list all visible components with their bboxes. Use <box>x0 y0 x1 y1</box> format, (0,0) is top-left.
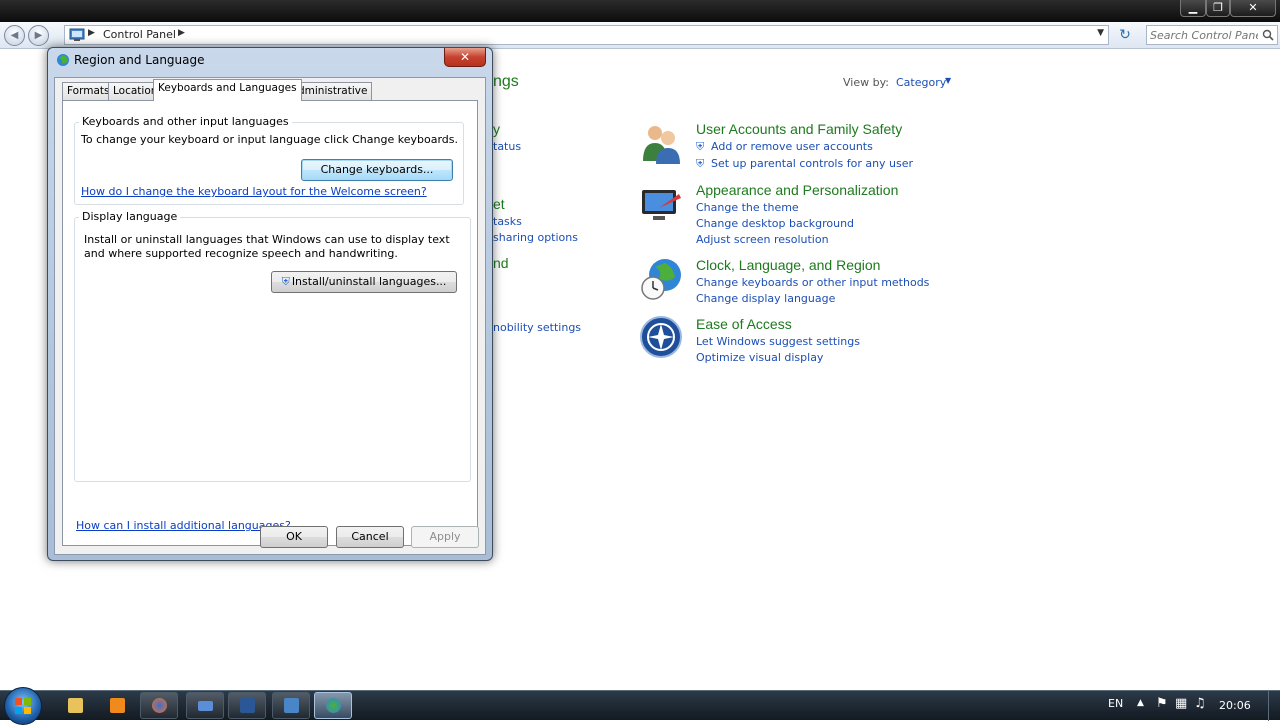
taskbar: EN ▲ ⚑ ▦ ♫ 20:06 <box>0 687 1280 725</box>
view-by-chevron-icon[interactable]: ▼ <box>945 76 951 85</box>
keyboards-group: Keyboards and other input languages To c… <box>74 115 464 205</box>
taskbar-word[interactable] <box>228 692 266 719</box>
taskbar-media-player[interactable] <box>98 692 136 719</box>
category-title-ease-of-access[interactable]: Ease of Access <box>696 316 792 332</box>
address-field[interactable]: ▶ Control Panel ▶ ▼ <box>64 25 1109 45</box>
firefox-icon <box>152 698 167 713</box>
start-button[interactable] <box>4 687 42 725</box>
control-panel-icon <box>284 698 299 713</box>
media-player-icon <box>110 698 125 713</box>
show-hidden-icons-icon[interactable]: ▲ <box>1137 698 1144 708</box>
windows-logo-icon <box>15 698 31 714</box>
category-title-appearance[interactable]: Appearance and Personalization <box>696 182 898 198</box>
volume-icon[interactable]: ♫ <box>1194 696 1206 711</box>
display-language-group: Display language Install or uninstall la… <box>74 210 471 482</box>
tab-formats[interactable]: Formats <box>62 82 115 100</box>
view-by-label: View by: <box>843 76 889 89</box>
partial-link[interactable]: sharing options <box>493 231 578 244</box>
install-uninstall-languages-button[interactable]: ⛨ Install/uninstall languages... <box>271 271 457 293</box>
region-globe-icon <box>326 698 341 713</box>
link-windows-suggest-settings[interactable]: Let Windows suggest settings <box>696 335 860 348</box>
category-title-clock-language-region[interactable]: Clock, Language, and Region <box>696 257 880 273</box>
link-change-keyboards[interactable]: Change keyboards or other input methods <box>696 276 929 289</box>
ok-button[interactable]: OK <box>260 526 328 548</box>
keyboard-icon <box>198 701 213 711</box>
install-additional-languages-link[interactable]: How can I install additional languages? <box>76 519 291 532</box>
user-accounts-icon[interactable] <box>639 121 683 165</box>
link-parental-controls[interactable]: Set up parental controls for any user <box>711 157 913 170</box>
region-language-dialog: Region and Language ✕ Formats Location K… <box>47 47 493 561</box>
page-heading-partial: ngs <box>493 73 519 90</box>
partial-link[interactable]: nobility settings <box>493 321 581 334</box>
search-icon[interactable] <box>1262 29 1274 41</box>
forward-button[interactable]: ▶ <box>28 25 49 46</box>
cancel-button[interactable]: Cancel <box>336 526 404 548</box>
taskbar-control-panel[interactable] <box>272 692 310 719</box>
dialog-body: Formats Location Keyboards and Languages… <box>54 77 486 555</box>
window-close-button[interactable]: ✕ <box>1230 0 1276 17</box>
link-optimize-visual-display[interactable]: Optimize visual display <box>696 351 823 364</box>
tab-keyboards-and-languages[interactable]: Keyboards and Languages <box>153 79 302 101</box>
action-center-flag-icon[interactable]: ⚑ <box>1156 696 1168 711</box>
restore-button[interactable]: ❐ <box>1206 0 1230 17</box>
link-change-theme[interactable]: Change the theme <box>696 201 799 214</box>
uac-shield-icon: ⛨ <box>696 140 705 153</box>
control-panel-titlebar: ▁ ❐ ✕ <box>0 0 1280 22</box>
category-title-user-accounts[interactable]: User Accounts and Family Safety <box>696 121 902 137</box>
ease-of-access-icon[interactable] <box>639 315 683 359</box>
refresh-icon[interactable]: ↻ <box>1114 26 1136 44</box>
breadcrumb-chevron-icon[interactable]: ▶ <box>178 28 185 38</box>
appearance-icon[interactable] <box>639 184 683 228</box>
partial-link[interactable]: tasks <box>493 215 522 228</box>
region-globe-icon <box>57 54 69 66</box>
display-language-group-label: Display language <box>79 210 181 223</box>
uac-shield-icon: ⛨ <box>281 275 290 288</box>
taskbar-region-language[interactable] <box>314 692 352 719</box>
search-box[interactable] <box>1146 25 1278 45</box>
word-icon <box>240 698 255 713</box>
partial-category-heading[interactable]: nd <box>493 255 509 271</box>
taskbar-onscreen-keyboard[interactable] <box>186 692 224 719</box>
link-add-remove-accounts[interactable]: Add or remove user accounts <box>711 140 873 153</box>
control-panel-icon <box>69 28 85 41</box>
link-change-display-language[interactable]: Change display language <box>696 292 835 305</box>
clock-language-region-icon[interactable] <box>639 257 683 301</box>
display-language-group-text: Install or uninstall languages that Wind… <box>84 233 450 260</box>
breadcrumb-separator-icon[interactable]: ▶ <box>88 28 95 38</box>
back-button[interactable]: ◀ <box>4 25 25 46</box>
taskbar-clock[interactable]: 20:06 <box>1219 699 1251 712</box>
apply-button[interactable]: Apply <box>411 526 479 548</box>
partial-link[interactable]: tatus <box>493 140 521 153</box>
address-bar: ◀ ▶ ▶ Control Panel ▶ ▼ ↻ <box>0 22 1280 49</box>
view-by-dropdown[interactable]: Category <box>896 76 946 89</box>
show-desktop-button[interactable] <box>1268 691 1280 721</box>
language-indicator[interactable]: EN <box>1108 697 1123 710</box>
link-screen-resolution[interactable]: Adjust screen resolution <box>696 233 829 246</box>
tab-panel-keyboards-languages: Keyboards and other input languages To c… <box>62 100 478 546</box>
install-uninstall-label: Install/uninstall languages... <box>291 275 447 288</box>
breadcrumb-control-panel[interactable]: Control Panel <box>103 28 176 41</box>
welcome-screen-keyboard-link[interactable]: How do I change the keyboard layout for … <box>81 185 427 198</box>
keyboards-group-text: To change your keyboard or input languag… <box>81 133 458 146</box>
address-dropdown-icon[interactable]: ▼ <box>1097 28 1104 38</box>
change-keyboards-button[interactable]: Change keyboards... <box>301 159 453 181</box>
minimize-button[interactable]: ▁ <box>1180 0 1206 17</box>
dialog-close-button[interactable]: ✕ <box>444 48 486 67</box>
partial-category-heading[interactable]: et <box>493 196 505 212</box>
link-desktop-background[interactable]: Change desktop background <box>696 217 854 230</box>
keyboards-group-label: Keyboards and other input languages <box>79 115 292 128</box>
folder-icon <box>68 698 83 713</box>
taskbar-firefox[interactable] <box>140 692 178 719</box>
taskbar-explorer[interactable] <box>56 692 94 719</box>
network-icon[interactable]: ▦ <box>1175 696 1187 711</box>
dialog-title: Region and Language <box>74 53 205 67</box>
search-input[interactable] <box>1147 26 1261 44</box>
uac-shield-icon: ⛨ <box>696 157 705 170</box>
partial-category-heading[interactable]: y <box>493 121 500 137</box>
